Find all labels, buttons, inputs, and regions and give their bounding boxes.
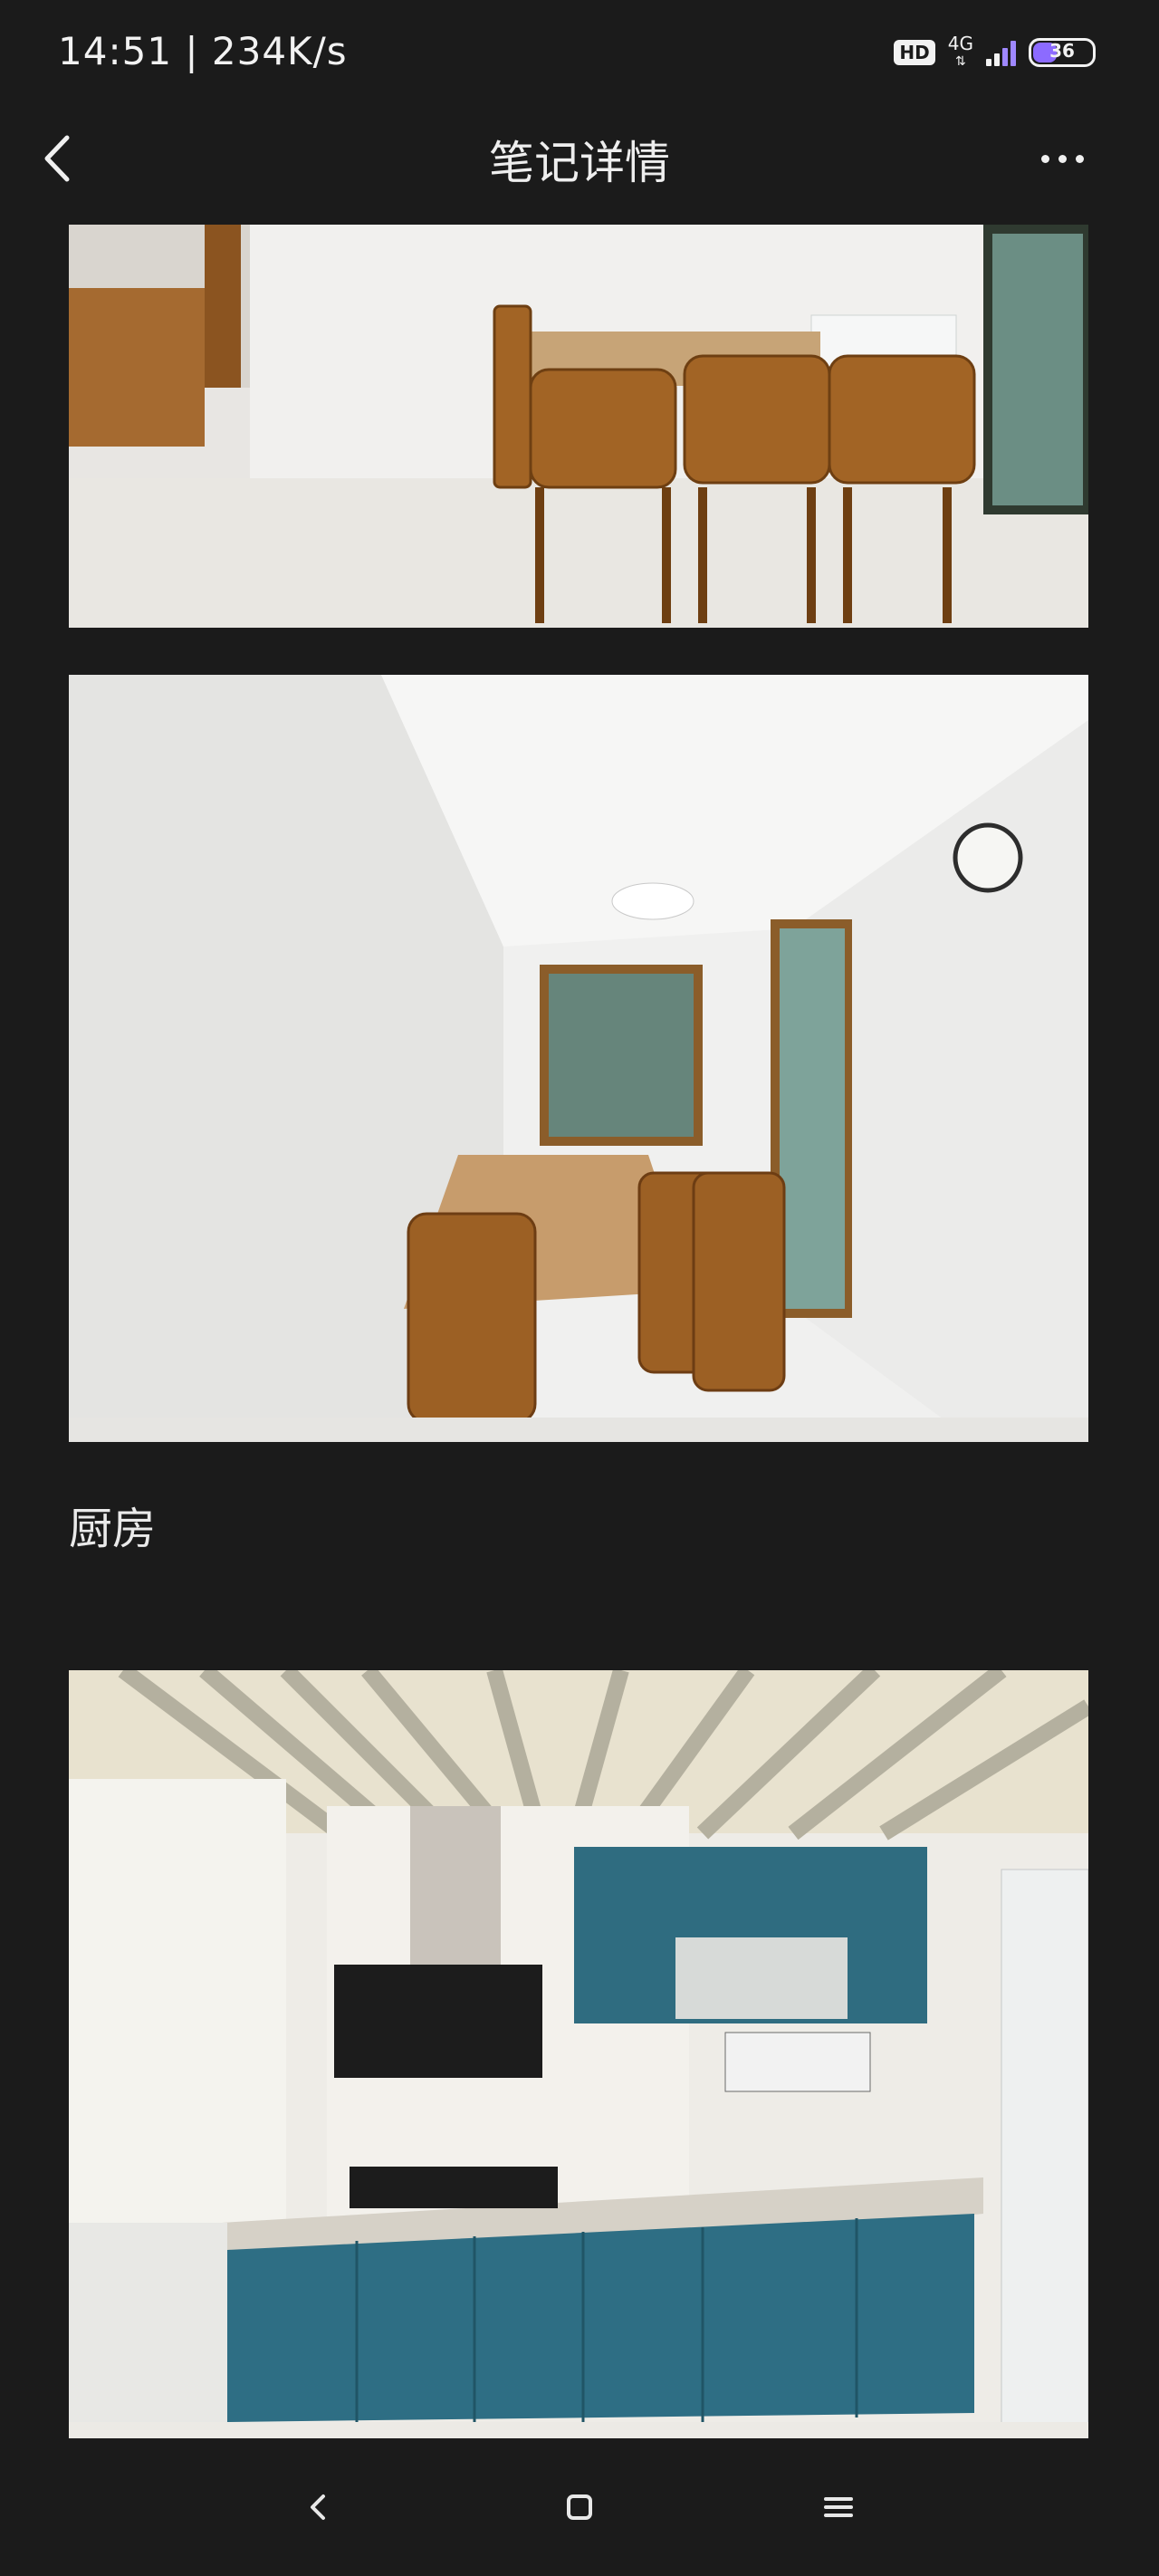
network-type: 4G xyxy=(947,33,973,54)
more-button[interactable] xyxy=(1041,138,1114,179)
section-label: 厨房 xyxy=(69,1504,157,1554)
nav-home-icon xyxy=(567,2494,592,2520)
nav-back-button[interactable] xyxy=(301,2489,337,2525)
data-arrows-icon: ⇅ xyxy=(955,54,966,69)
battery-icon: 36 xyxy=(1029,38,1096,67)
corridor-image xyxy=(69,675,1088,1442)
status-bar: 14:51 | 234K/s HD 4G ⇅ 36 xyxy=(0,0,1159,104)
status-indicators: HD 4G ⇅ 36 xyxy=(894,34,1096,71)
photo-dining-room[interactable] xyxy=(69,225,1088,628)
nav-menu-button[interactable] xyxy=(820,2489,857,2525)
kitchen-image xyxy=(69,1670,1088,2438)
nav-home-button[interactable] xyxy=(561,2489,598,2525)
more-dots-icon xyxy=(1041,154,1049,163)
photo-dining-corridor[interactable] xyxy=(69,675,1088,1442)
battery-level: 36 xyxy=(1049,40,1075,62)
nav-menu-icon xyxy=(824,2497,853,2517)
page-title: 笔记详情 xyxy=(489,137,670,189)
status-time: 14:51 | 234K/s xyxy=(58,29,348,73)
dining-room-image xyxy=(69,225,1088,628)
signal-icon xyxy=(986,39,1016,66)
photo-kitchen[interactable] xyxy=(69,1670,1088,2438)
nav-back-icon xyxy=(311,2494,325,2520)
network-indicator: 4G ⇅ xyxy=(948,34,973,71)
hd-badge: HD xyxy=(894,40,935,65)
